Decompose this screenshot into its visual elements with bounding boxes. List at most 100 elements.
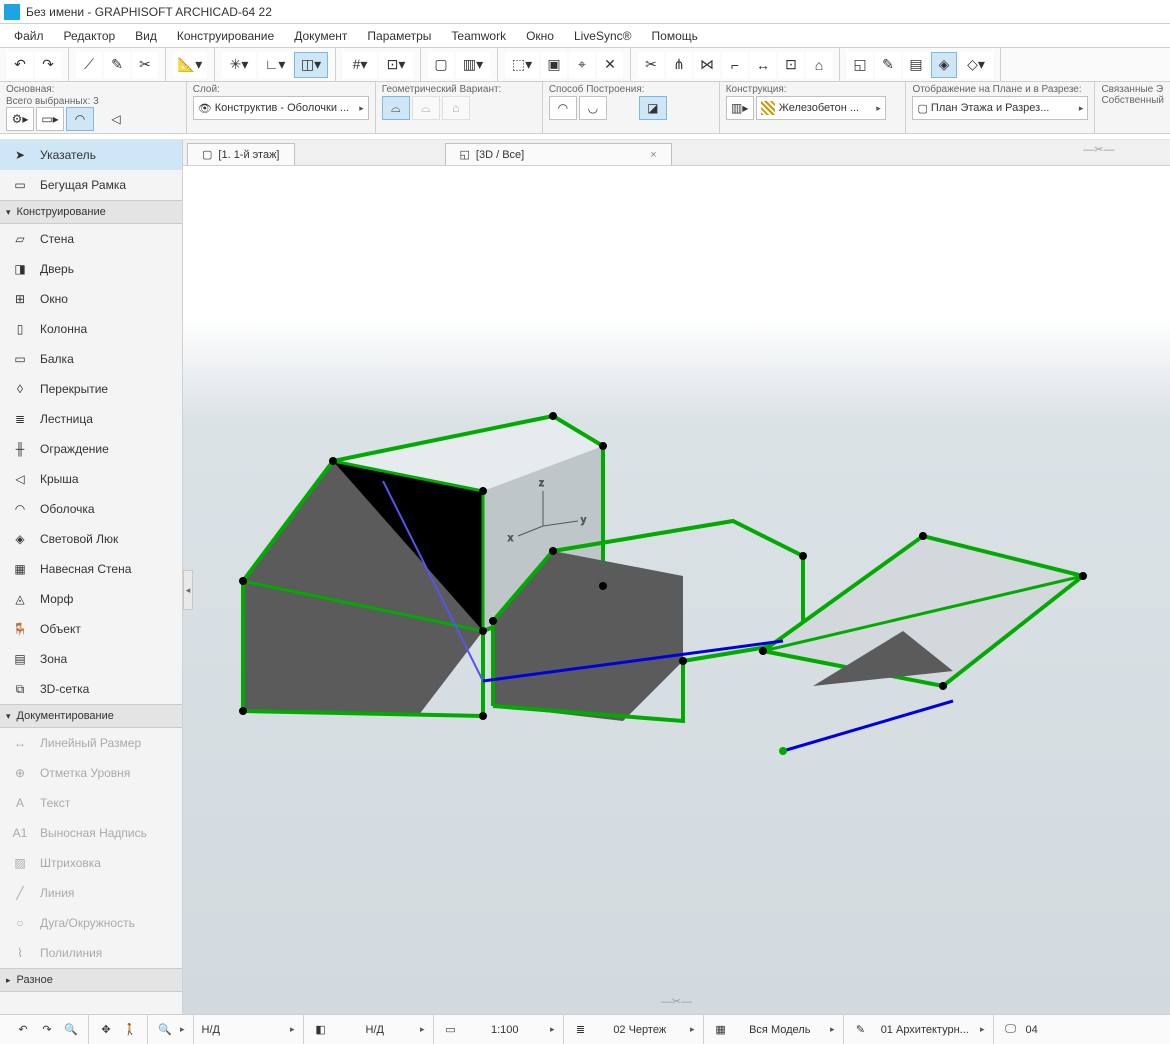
- infobox-select-button[interactable]: ▭▸: [36, 107, 64, 131]
- menu-help[interactable]: Помощь: [642, 29, 708, 43]
- scale-icon[interactable]: ▭: [442, 1021, 460, 1039]
- tool-dimension[interactable]: ↔Линейный Размер: [0, 728, 182, 758]
- model-icon[interactable]: ▦: [712, 1021, 730, 1039]
- snap-point-button[interactable]: ✳▾: [222, 52, 256, 78]
- tool-label[interactable]: A1Выносная Надпись: [0, 818, 182, 848]
- menu-document[interactable]: Документ: [284, 29, 357, 43]
- tool-window[interactable]: ⊞Окно: [0, 284, 182, 314]
- section-documentation[interactable]: ▾ Документирование: [0, 704, 182, 728]
- trace-options-button[interactable]: ▥▾: [456, 52, 490, 78]
- tool-railing[interactable]: ╫Ограждение: [0, 434, 182, 464]
- tool-zone[interactable]: ▤Зона: [0, 644, 182, 674]
- infobox-settings-button[interactable]: ⚙▸: [6, 107, 34, 131]
- align-button[interactable]: ▤: [903, 52, 929, 78]
- orbit-next-icon[interactable]: ↷: [38, 1021, 56, 1039]
- panel-collapse-handle[interactable]: ◂: [183, 570, 193, 610]
- display-icon[interactable]: 🖵: [1002, 1021, 1020, 1039]
- tool-object[interactable]: 🪑Объект: [0, 614, 182, 644]
- walk-icon[interactable]: 🚶: [121, 1021, 139, 1039]
- tool-mesh[interactable]: ⧉3D-сетка: [0, 674, 182, 704]
- tool-pointer[interactable]: ➤ Указатель: [0, 140, 182, 170]
- menu-window[interactable]: Окно: [516, 29, 564, 43]
- menu-editor[interactable]: Редактор: [54, 29, 126, 43]
- group-button[interactable]: ◇▾: [959, 52, 993, 78]
- syringe-button[interactable]: ✂: [132, 52, 158, 78]
- zoom-icon[interactable]: 🔍: [62, 1021, 80, 1039]
- tool-roof[interactable]: ◁Крыша: [0, 464, 182, 494]
- section-construction[interactable]: ▾ Конструирование: [0, 200, 182, 224]
- structure-dropdown[interactable]: Железобетон ... ▸: [756, 96, 886, 120]
- tool-text[interactable]: AТекст: [0, 788, 182, 818]
- tool-column[interactable]: ▯Колонна: [0, 314, 182, 344]
- geometry-variant-1[interactable]: ⌓: [382, 96, 410, 120]
- tool-curtainwall[interactable]: ▦Навесная Стена: [0, 554, 182, 584]
- undo-button[interactable]: ↶: [7, 52, 33, 78]
- pan-icon[interactable]: ✥: [97, 1021, 115, 1039]
- snap-guide-button[interactable]: ∟▾: [258, 52, 292, 78]
- snap-element-button[interactable]: ◫▾: [294, 52, 328, 78]
- tool-marquee[interactable]: ▭ Бегущая Рамка: [0, 170, 182, 200]
- geometry-variant-3[interactable]: ⌂: [442, 96, 470, 120]
- grid-button[interactable]: #▾: [343, 52, 377, 78]
- paint-button[interactable]: ✎: [875, 52, 901, 78]
- tool-beam[interactable]: ▭Балка: [0, 344, 182, 374]
- trace-button[interactable]: ▢: [428, 52, 454, 78]
- pick-button[interactable]: ⟋: [76, 52, 102, 78]
- fillet-button[interactable]: ⌐: [722, 52, 748, 78]
- tool-morph[interactable]: ◬Морф: [0, 584, 182, 614]
- tool-door[interactable]: ◨Дверь: [0, 254, 182, 284]
- geometry-variant-2[interactable]: ⌓: [412, 96, 440, 120]
- grid-snap-button[interactable]: ⊡▾: [379, 52, 413, 78]
- infobox-profile-icon[interactable]: ◁: [96, 107, 136, 131]
- eyedropper-button[interactable]: ✎: [104, 52, 130, 78]
- tab-3d[interactable]: ◱ [3D / Все] ×: [445, 143, 672, 165]
- 3d-viewport[interactable]: ◂: [183, 166, 1170, 1014]
- orbit-prev-icon[interactable]: ↶: [14, 1021, 32, 1039]
- redo-button[interactable]: ↷: [35, 52, 61, 78]
- elevation-button[interactable]: ✕: [597, 52, 623, 78]
- trim-button[interactable]: ⊡: [778, 52, 804, 78]
- display-dropdown[interactable]: ▢ План Этажа и Разрез... ▸: [912, 96, 1088, 120]
- menu-file[interactable]: Файл: [4, 29, 54, 43]
- tool-shell[interactable]: ◠Оболочка: [0, 494, 182, 524]
- menu-construction[interactable]: Конструирование: [167, 29, 284, 43]
- tool-line[interactable]: ╱Линия: [0, 878, 182, 908]
- show-hide-button[interactable]: ▣: [541, 52, 567, 78]
- pen-icon[interactable]: ✎: [852, 1021, 870, 1039]
- tool-fill[interactable]: ▨Штриховка: [0, 848, 182, 878]
- structure-icon-1[interactable]: ▥▸: [726, 96, 754, 120]
- construct-method-1[interactable]: ◠: [549, 96, 577, 120]
- close-tab-icon[interactable]: ×: [650, 149, 656, 161]
- polyline-icon: ⌇: [10, 943, 30, 963]
- construct-method-2[interactable]: ◡: [579, 96, 607, 120]
- menu-parameters[interactable]: Параметры: [357, 29, 441, 43]
- section-misc[interactable]: ▸ Разное: [0, 968, 182, 992]
- explode-button[interactable]: ◈: [931, 52, 957, 78]
- modify-button[interactable]: ◱: [847, 52, 873, 78]
- tool-level[interactable]: ⊕Отметка Уровня: [0, 758, 182, 788]
- menu-teamwork[interactable]: Teamwork: [441, 29, 516, 43]
- resize-button[interactable]: ↔: [750, 52, 776, 78]
- layers-icon[interactable]: ≣: [572, 1021, 590, 1039]
- tool-skylight[interactable]: ◈Световой Люк: [0, 524, 182, 554]
- adjust-button[interactable]: ⋔: [666, 52, 692, 78]
- tool-polyline[interactable]: ⌇Полилиния: [0, 938, 182, 968]
- tool-wall[interactable]: ▱Стена: [0, 224, 182, 254]
- tool-stair[interactable]: ≣Лестница: [0, 404, 182, 434]
- tool-arc[interactable]: ○Дуга/Окружность: [0, 908, 182, 938]
- split-button[interactable]: ✂: [638, 52, 664, 78]
- suspend-button[interactable]: ⬚▾: [505, 52, 539, 78]
- menu-livesync[interactable]: LiveSync®: [564, 29, 642, 43]
- gravity-button[interactable]: ⌖: [569, 52, 595, 78]
- infobox-shell-icon-button[interactable]: ◠: [66, 107, 94, 131]
- intersect-button[interactable]: ⋈: [694, 52, 720, 78]
- partial-display-icon[interactable]: ◧: [312, 1021, 330, 1039]
- solid-button[interactable]: ⌂: [806, 52, 832, 78]
- tool-slab[interactable]: ◊Перекрытие: [0, 374, 182, 404]
- fit-icon[interactable]: 🔍: [156, 1021, 174, 1039]
- menu-view[interactable]: Вид: [125, 29, 167, 43]
- tab-floorplan[interactable]: ▢ [1. 1-й этаж]: [187, 143, 295, 165]
- ruler-button[interactable]: 📐▾: [173, 52, 207, 78]
- layer-dropdown[interactable]: 👁 Конструктив - Оболочки ... ▸: [193, 96, 369, 120]
- construct-method-3[interactable]: ◪: [639, 96, 667, 120]
